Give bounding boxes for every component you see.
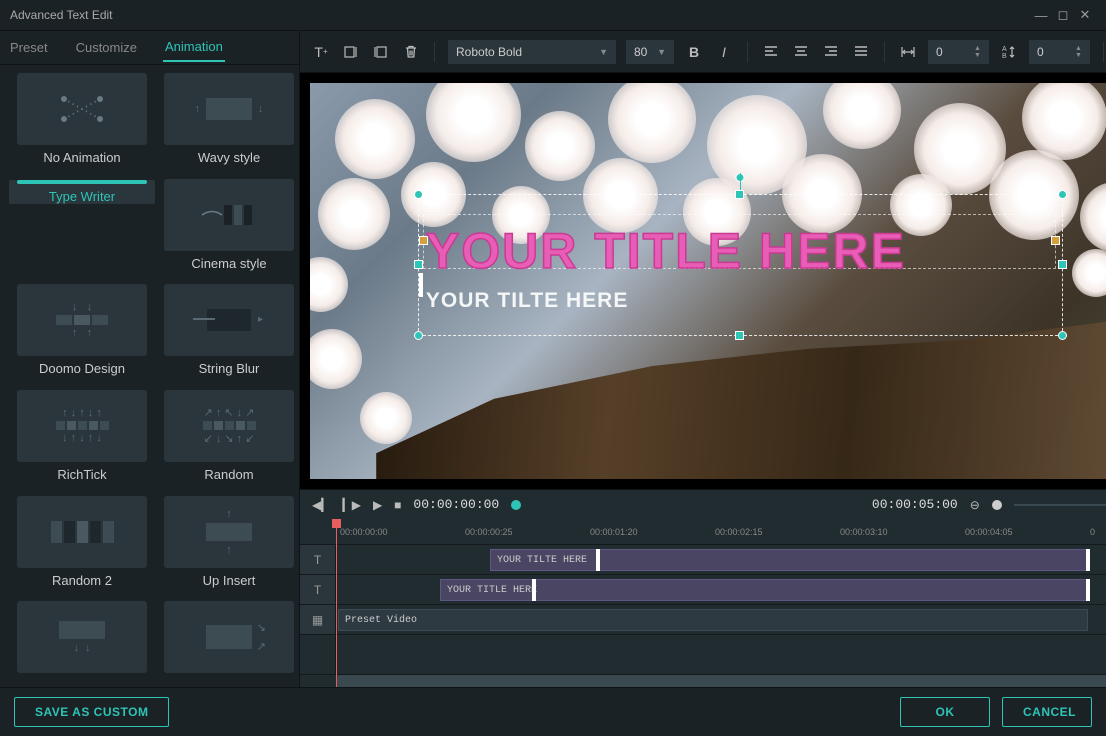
preset-up-insert[interactable]: ↑↑Up Insert <box>164 496 294 594</box>
preset-no-animation[interactable]: No Animation <box>8 73 156 171</box>
delete-icon[interactable] <box>400 41 422 63</box>
edit-text-icon[interactable] <box>340 41 362 63</box>
clip-2-handle[interactable] <box>532 579 536 601</box>
close-button[interactable]: ✕ <box>1074 7 1096 23</box>
next-button[interactable]: ▎▶ <box>342 498 360 512</box>
tab-customize[interactable]: Customize <box>74 34 139 61</box>
playhead[interactable] <box>336 519 337 687</box>
minimize-button[interactable]: — <box>1030 8 1052 23</box>
clip-1-handle-end[interactable] <box>1086 549 1090 571</box>
zoom-slider[interactable] <box>992 500 1002 510</box>
timeline[interactable]: 00:00:00:00 00:00:00:25 00:00:01:20 00:0… <box>300 519 1106 687</box>
animation-presets[interactable]: No Animation ↑↓Wavy style Text Here→Type… <box>0 65 299 687</box>
preset-extra-2[interactable]: ↘↗ <box>164 601 294 679</box>
italic-button[interactable]: I <box>713 41 735 63</box>
preset-random-2[interactable]: Random 2 <box>8 496 156 594</box>
char-spacing-input[interactable]: ▲▼ <box>927 39 990 65</box>
clip-2[interactable]: YOUR TITLE HERE <box>440 579 1088 601</box>
title-text-1[interactable]: YOUR TITLE HERE <box>426 222 906 280</box>
align-left-icon[interactable] <box>760 41 782 63</box>
text-box-icon[interactable] <box>370 41 392 63</box>
tab-animation[interactable]: Animation <box>163 33 225 62</box>
preset-extra-1[interactable]: ↓ ↓ <box>8 601 156 679</box>
timeline-scrollbar[interactable] <box>336 675 1106 687</box>
line-height-input[interactable]: ▲▼ <box>1028 39 1091 65</box>
font-select[interactable]: Roboto Bold▼ <box>447 39 617 65</box>
tab-preset[interactable]: Preset <box>8 34 50 61</box>
titlebar: Advanced Text Edit — ◻ ✕ <box>0 0 1106 30</box>
window-title: Advanced Text Edit <box>10 8 113 22</box>
maximize-button[interactable]: ◻ <box>1052 7 1074 23</box>
clip-1-handle[interactable] <box>596 549 600 571</box>
track-icon-text: T <box>300 545 336 574</box>
preset-random[interactable]: ↗ ↑ ↖ ↓ ↗↙ ↓ ↘ ↑ ↙Random <box>164 390 294 488</box>
text-toolbar: T+ Roboto Bold▼ 80▼ B I ▲▼ AB ▲▼ ◇ <box>300 31 1106 73</box>
timecode-end: 00:00:05:00 <box>872 497 958 512</box>
clip-1[interactable]: YOUR TILTE HERE <box>490 549 1088 571</box>
svg-text:A: A <box>1002 46 1007 53</box>
ok-button[interactable]: OK <box>900 697 990 727</box>
play-button[interactable]: ▶ <box>373 498 382 512</box>
title-text-2[interactable]: YOUR TILTE HERE <box>426 289 628 313</box>
prev-button[interactable]: ◀▎ <box>312 498 330 512</box>
svg-text:B: B <box>1002 53 1007 59</box>
track-icon-text: T <box>300 575 336 604</box>
align-center-icon[interactable] <box>790 41 812 63</box>
empty-track <box>300 635 1106 675</box>
preset-wavy-style[interactable]: ↑↓Wavy style <box>164 73 294 171</box>
preview-canvas[interactable]: YOUR TITLE HERE YOUR TILTE HERE <box>310 83 1106 479</box>
track-icon-video: ▦ <box>300 605 336 634</box>
zoom-out-button[interactable]: ⊖ <box>970 498 980 512</box>
video-track[interactable]: ▦ Preset Video <box>300 605 1106 635</box>
preset-cinema-style[interactable]: Cinema style <box>164 179 294 277</box>
main-panel: T+ Roboto Bold▼ 80▼ B I ▲▼ AB ▲▼ ◇ <box>300 31 1106 687</box>
timeline-ruler[interactable]: 00:00:00:00 00:00:00:25 00:00:01:20 00:0… <box>300 519 1106 545</box>
save-as-custom-button[interactable]: SAVE AS CUSTOM <box>14 697 169 727</box>
clip-2-handle-end[interactable] <box>1086 579 1090 601</box>
stop-button[interactable]: ■ <box>394 498 401 512</box>
size-select[interactable]: 80▼ <box>625 39 675 65</box>
text-track-2[interactable]: T YOUR TITLE HERE <box>300 575 1106 605</box>
playback-bar: ◀▎ ▎▶ ▶ ■ 00:00:00:00 00:00:05:00 ⊖ ⊕ <box>300 489 1106 519</box>
timecode-current: 00:00:00:00 <box>413 497 499 512</box>
text-track-1[interactable]: T YOUR TILTE HERE <box>300 545 1106 575</box>
preview-area[interactable]: YOUR TITLE HERE YOUR TILTE HERE <box>300 73 1106 489</box>
preset-type-writer[interactable]: Text Here→Type Writer <box>8 179 156 205</box>
preset-string-blur[interactable]: ▸String Blur <box>164 284 294 382</box>
align-justify-icon[interactable] <box>850 41 872 63</box>
marker-in[interactable] <box>511 500 521 510</box>
bold-button[interactable]: B <box>683 41 705 63</box>
cancel-button[interactable]: CANCEL <box>1002 697 1092 727</box>
char-spacing-icon <box>897 41 919 63</box>
preset-richtick[interactable]: ↑ ↓ ↑ ↓ ↑↓ ↑ ↓ ↑ ↓RichTick <box>8 390 156 488</box>
add-text-icon[interactable]: T+ <box>310 41 332 63</box>
clip-video[interactable]: Preset Video <box>338 609 1088 631</box>
preset-doomo-design[interactable]: ↓ ↓↑ ↑Doomo Design <box>8 284 156 382</box>
align-right-icon[interactable] <box>820 41 842 63</box>
sidebar: Preset Customize Animation No Animation … <box>0 31 300 687</box>
line-height-icon: AB <box>998 41 1020 63</box>
sidebar-tabs: Preset Customize Animation <box>0 31 299 65</box>
footer: SAVE AS CUSTOM OK CANCEL <box>0 687 1106 736</box>
